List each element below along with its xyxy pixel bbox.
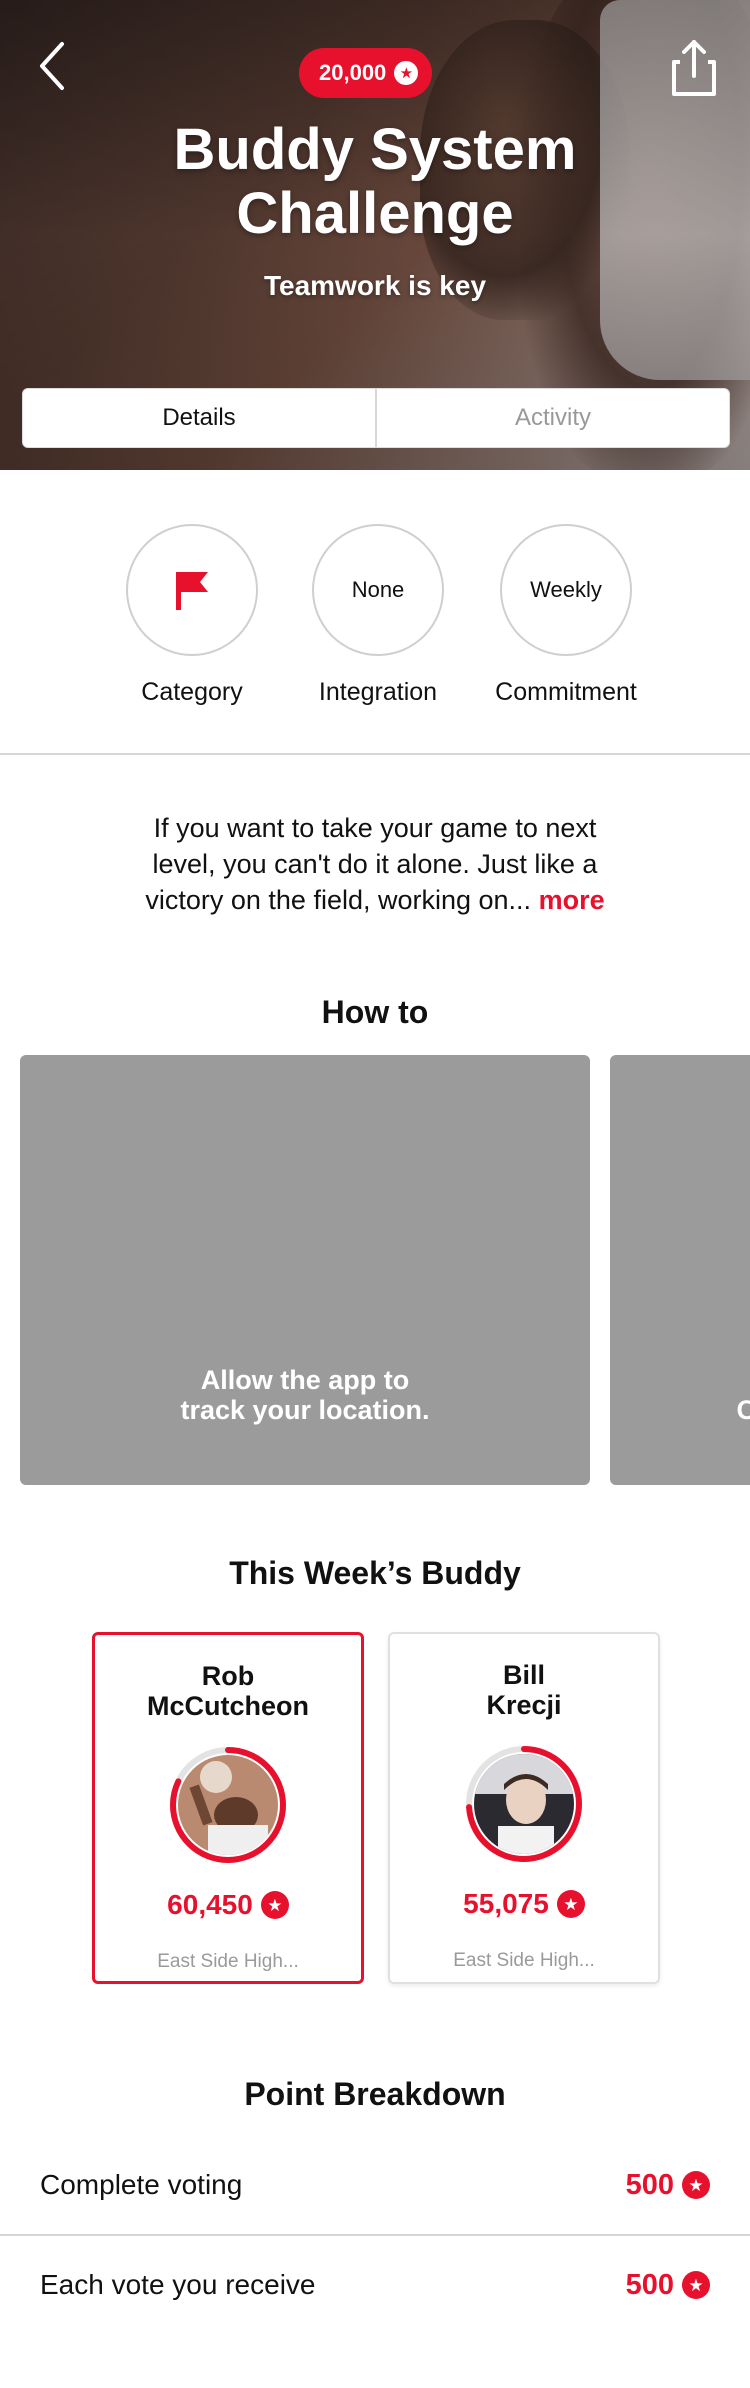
attribute-category: Category: [92, 520, 292, 707]
buddy-first-name: Bill: [502, 1660, 545, 1690]
buddy-name: Rob McCutcheon: [95, 1661, 361, 1721]
howto-card-next-caption-line2: C: [736, 1395, 750, 1425]
star-icon: ★: [394, 61, 419, 85]
avatar: [178, 1755, 278, 1855]
howto-title: How to: [321, 994, 429, 1030]
buddy-school: East Side High...: [157, 1951, 299, 1972]
buddy-avatar-progress: [464, 1744, 584, 1864]
points-badge: 20,000 ★: [299, 48, 433, 98]
chevron-left-icon: [40, 42, 64, 90]
buddy-points-value: 55,075: [463, 1888, 549, 1919]
segmented-tabs: Details Activity: [22, 388, 730, 448]
attribute-integration: None Integration: [278, 520, 478, 707]
howto-card-caption-line1: Allow the app to: [200, 1365, 410, 1395]
buddy-card-rob[interactable]: Rob McCutcheon 60,450 ★ East Side High..…: [92, 1632, 364, 1984]
buddy-first-name: Rob: [201, 1661, 255, 1691]
breakdown-value: 500 ★: [626, 2169, 710, 2202]
buddy-school: East Side High...: [453, 1950, 595, 1971]
challenge-attributes: Category None Integration Weekly Commitm…: [0, 520, 750, 710]
share-button[interactable]: [668, 38, 720, 98]
star-icon: ★: [682, 2171, 710, 2199]
breakdown-value: 500 ★: [626, 2269, 710, 2302]
buddy-card-bill[interactable]: Bill Krecji 55,075 ★ East Side High...: [388, 1632, 660, 1984]
buddy-points-value: 60,450: [167, 1889, 253, 1920]
challenge-title: Buddy System Challenge: [0, 118, 750, 246]
flag-icon: [176, 572, 208, 610]
breakdown-label: Each vote you receive: [40, 2269, 316, 2300]
challenge-subtitle: Teamwork is key: [263, 270, 487, 301]
section-divider: [0, 753, 750, 755]
buddy-name: Bill Krecji: [390, 1660, 658, 1720]
howto-card-caption-line2: track your location.: [180, 1395, 430, 1425]
attribute-commitment-label: Commitment: [495, 678, 637, 706]
points-value: 20,000: [319, 60, 387, 85]
breakdown-row: Each vote you receive 500 ★: [0, 2236, 750, 2334]
buddy-points: 55,075 ★: [390, 1888, 658, 1920]
buddy-title: This Week’s Buddy: [229, 1555, 521, 1591]
breakdown-row: Complete voting 500 ★: [0, 2136, 750, 2234]
attribute-integration-label: Integration: [318, 678, 438, 706]
description-text: If you want to take your game to next le…: [145, 813, 598, 915]
howto-card-next-caption: C: [610, 1395, 750, 1425]
attribute-commitment-circle: Weekly: [500, 524, 632, 656]
buddy-points: 60,450 ★: [95, 1889, 361, 1921]
attribute-category-circle: [126, 524, 258, 656]
share-icon: [672, 40, 716, 96]
buddy-last-name: Krecji: [486, 1690, 562, 1720]
attribute-category-label: Category: [141, 678, 243, 706]
more-link[interactable]: more: [539, 885, 605, 915]
star-icon: ★: [260, 1891, 289, 1919]
tab-activity[interactable]: Activity: [375, 389, 729, 447]
challenge-title-line2: Challenge: [236, 181, 514, 246]
back-button[interactable]: [34, 38, 74, 94]
challenge-title-line1: Buddy System: [173, 117, 577, 182]
breakdown-label: Complete voting: [40, 2169, 243, 2200]
attribute-integration-circle: None: [312, 524, 444, 656]
breakdown-points: 500: [625, 2268, 674, 2301]
challenge-description: If you want to take your game to next le…: [120, 810, 630, 918]
howto-card-caption: Allow the app to track your location.: [20, 1365, 590, 1425]
buddy-last-name: McCutcheon: [147, 1691, 309, 1721]
buddy-avatar-progress: [168, 1745, 288, 1865]
tab-details[interactable]: Details: [23, 389, 375, 447]
avatar: [474, 1754, 574, 1854]
point-breakdown-title: Point Breakdown: [244, 2076, 506, 2112]
attribute-commitment: Weekly Commitment: [466, 520, 666, 707]
star-icon: ★: [682, 2271, 710, 2299]
howto-card-next-caption-line1: [610, 1395, 750, 1425]
star-icon: ★: [556, 1890, 585, 1918]
howto-card-next[interactable]: C: [610, 1055, 750, 1485]
breakdown-points: 500: [625, 2168, 674, 2201]
hero-banner: 20,000 ★ Buddy System Challenge Teamwork…: [0, 0, 750, 470]
howto-card[interactable]: Allow the app to track your location.: [20, 1055, 590, 1485]
